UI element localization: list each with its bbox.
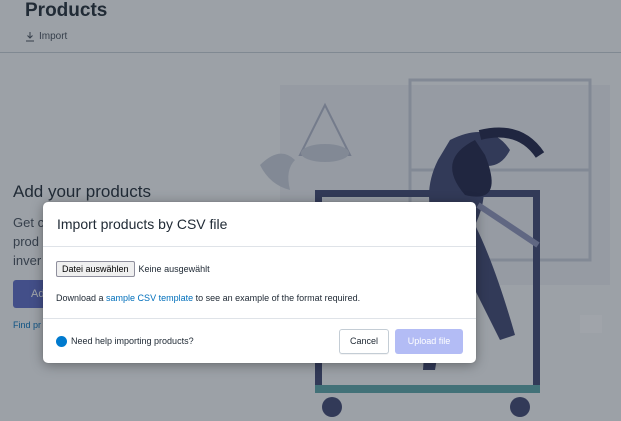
- modal-actions: Cancel Upload file: [339, 328, 463, 354]
- modal-footer: Need help importing products? Cancel Upl…: [43, 319, 476, 363]
- upload-file-button[interactable]: Upload file: [395, 328, 463, 354]
- choose-file-button[interactable]: Datei auswählen: [56, 261, 135, 277]
- import-csv-modal: Import products by CSV file Datei auswäh…: [43, 202, 476, 363]
- download-prefix: Download a: [56, 293, 107, 303]
- info-icon: [56, 335, 67, 347]
- help-link[interactable]: Need help importing products?: [56, 335, 194, 347]
- cancel-button[interactable]: Cancel: [339, 328, 389, 354]
- file-input-row: Datei auswählen Keine ausgewählt: [56, 261, 463, 277]
- file-status: Keine ausgewählt: [138, 264, 210, 274]
- download-instructions: Download a sample CSV template to see an…: [56, 293, 463, 303]
- help-text: Need help importing products?: [71, 336, 194, 346]
- modal-header: Import products by CSV file: [43, 202, 476, 247]
- sample-csv-template-link[interactable]: sample CSV template: [106, 293, 193, 303]
- modal-body: Datei auswählen Keine ausgewählt Downloa…: [43, 247, 476, 319]
- modal-title: Import products by CSV file: [57, 216, 228, 232]
- download-suffix: to see an example of the format required…: [193, 293, 361, 303]
